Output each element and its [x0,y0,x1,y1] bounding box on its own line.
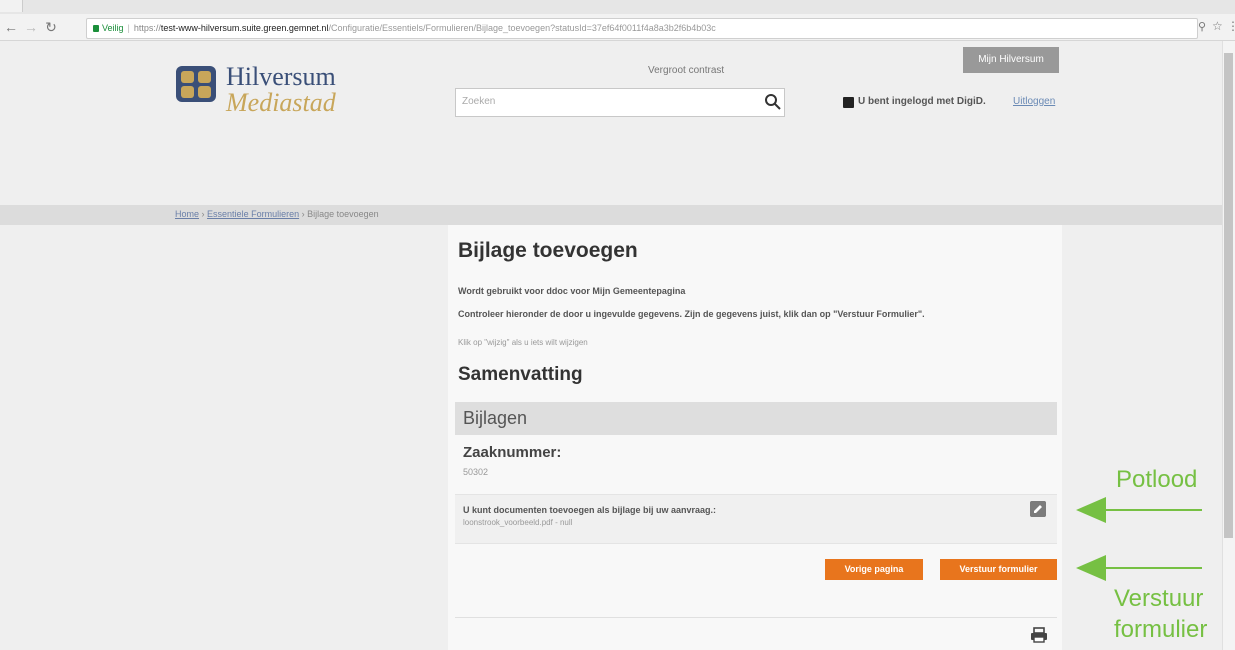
mijn-hilversum-button[interactable]: Mijn Hilversum [963,47,1059,73]
attachment-label: U kunt documenten toevoegen als bijlage … [463,505,717,515]
intro-text-3: Klik op "wijzig" als u iets wilt wijzige… [458,338,588,347]
digid-icon [843,97,854,108]
page-title: Bijlage toevoegen [458,239,638,262]
attachment-value: loonstrook_voorbeeld.pdf - null [463,518,573,527]
url-scheme: https:// [133,23,161,33]
search-input[interactable]: Zoeken [455,88,785,117]
browser-tab[interactable] [0,0,23,12]
zoom-icon[interactable]: ⚲ [1198,20,1206,33]
breadcrumb-home[interactable]: Home [175,209,199,219]
url-host: test-www-hilversum.suite.green.gemnet.nl [160,23,329,33]
logo-text-mediastad[interactable]: Mediastad [226,88,336,118]
back-arrow-icon[interactable]: ← [4,20,18,34]
previous-page-button[interactable]: Vorige pagina [825,559,923,580]
security-label: Veilig [102,23,124,33]
zaaknummer-value: 50302 [463,467,489,477]
intro-text-1: Wordt gebruikt voor ddoc voor Mijn Gemee… [458,286,686,296]
breadcrumb: Home › Essentiele Formulieren › Bijlage … [175,209,379,219]
breadcrumb-forms[interactable]: Essentiele Formulieren [207,209,299,219]
breadcrumb-current: Bijlage toevoegen [307,209,379,219]
address-separator: | [127,23,130,33]
tab-strip [0,0,1235,14]
arrow-left-icon [1076,497,1202,523]
divider [455,617,1057,618]
scrollbar-thumb[interactable] [1224,53,1233,538]
pencil-edit-icon[interactable] [1030,501,1046,517]
section-header-bar [455,402,1057,435]
zaaknummer-label: Zaaknummer: [463,444,562,461]
intro-text-2: Controleer hieronder de door u ingevulde… [458,309,925,319]
send-form-button[interactable]: Verstuur formulier [940,559,1057,580]
print-icon[interactable] [1030,626,1048,644]
breadcrumb-separator: › [301,209,305,219]
search-icon[interactable] [764,93,782,111]
hilversum-shield-icon[interactable] [175,63,217,105]
annotation-formulier: formulier [1114,616,1208,643]
arrow-left-icon [1076,555,1202,581]
browser-menu-icon[interactable]: ⋮ [1227,19,1235,33]
annotation-potlood: Potlood [1116,466,1198,493]
summary-title: Samenvatting [458,364,583,385]
digid-login-status: U bent ingelogd met DigiD. [858,96,986,107]
forward-arrow-icon[interactable]: → [24,20,38,34]
url-path: /Configuratie/Essentiels/Formulieren/Bij… [328,23,716,33]
section-title: Bijlagen [463,408,528,428]
lock-icon [93,25,99,33]
logout-link[interactable]: Uitloggen [1013,96,1055,107]
address-bar[interactable]: Veilig | https://test-www-hilversum.suite.… [86,18,1198,39]
contrast-link[interactable]: Vergroot contrast [648,65,724,76]
reload-icon[interactable]: ↻ [44,20,58,34]
annotation-verstuur: Verstuur [1114,585,1204,612]
breadcrumb-separator: › [201,209,205,219]
bookmark-star-icon[interactable]: ☆ [1212,19,1223,33]
search-placeholder: Zoeken [462,96,496,107]
